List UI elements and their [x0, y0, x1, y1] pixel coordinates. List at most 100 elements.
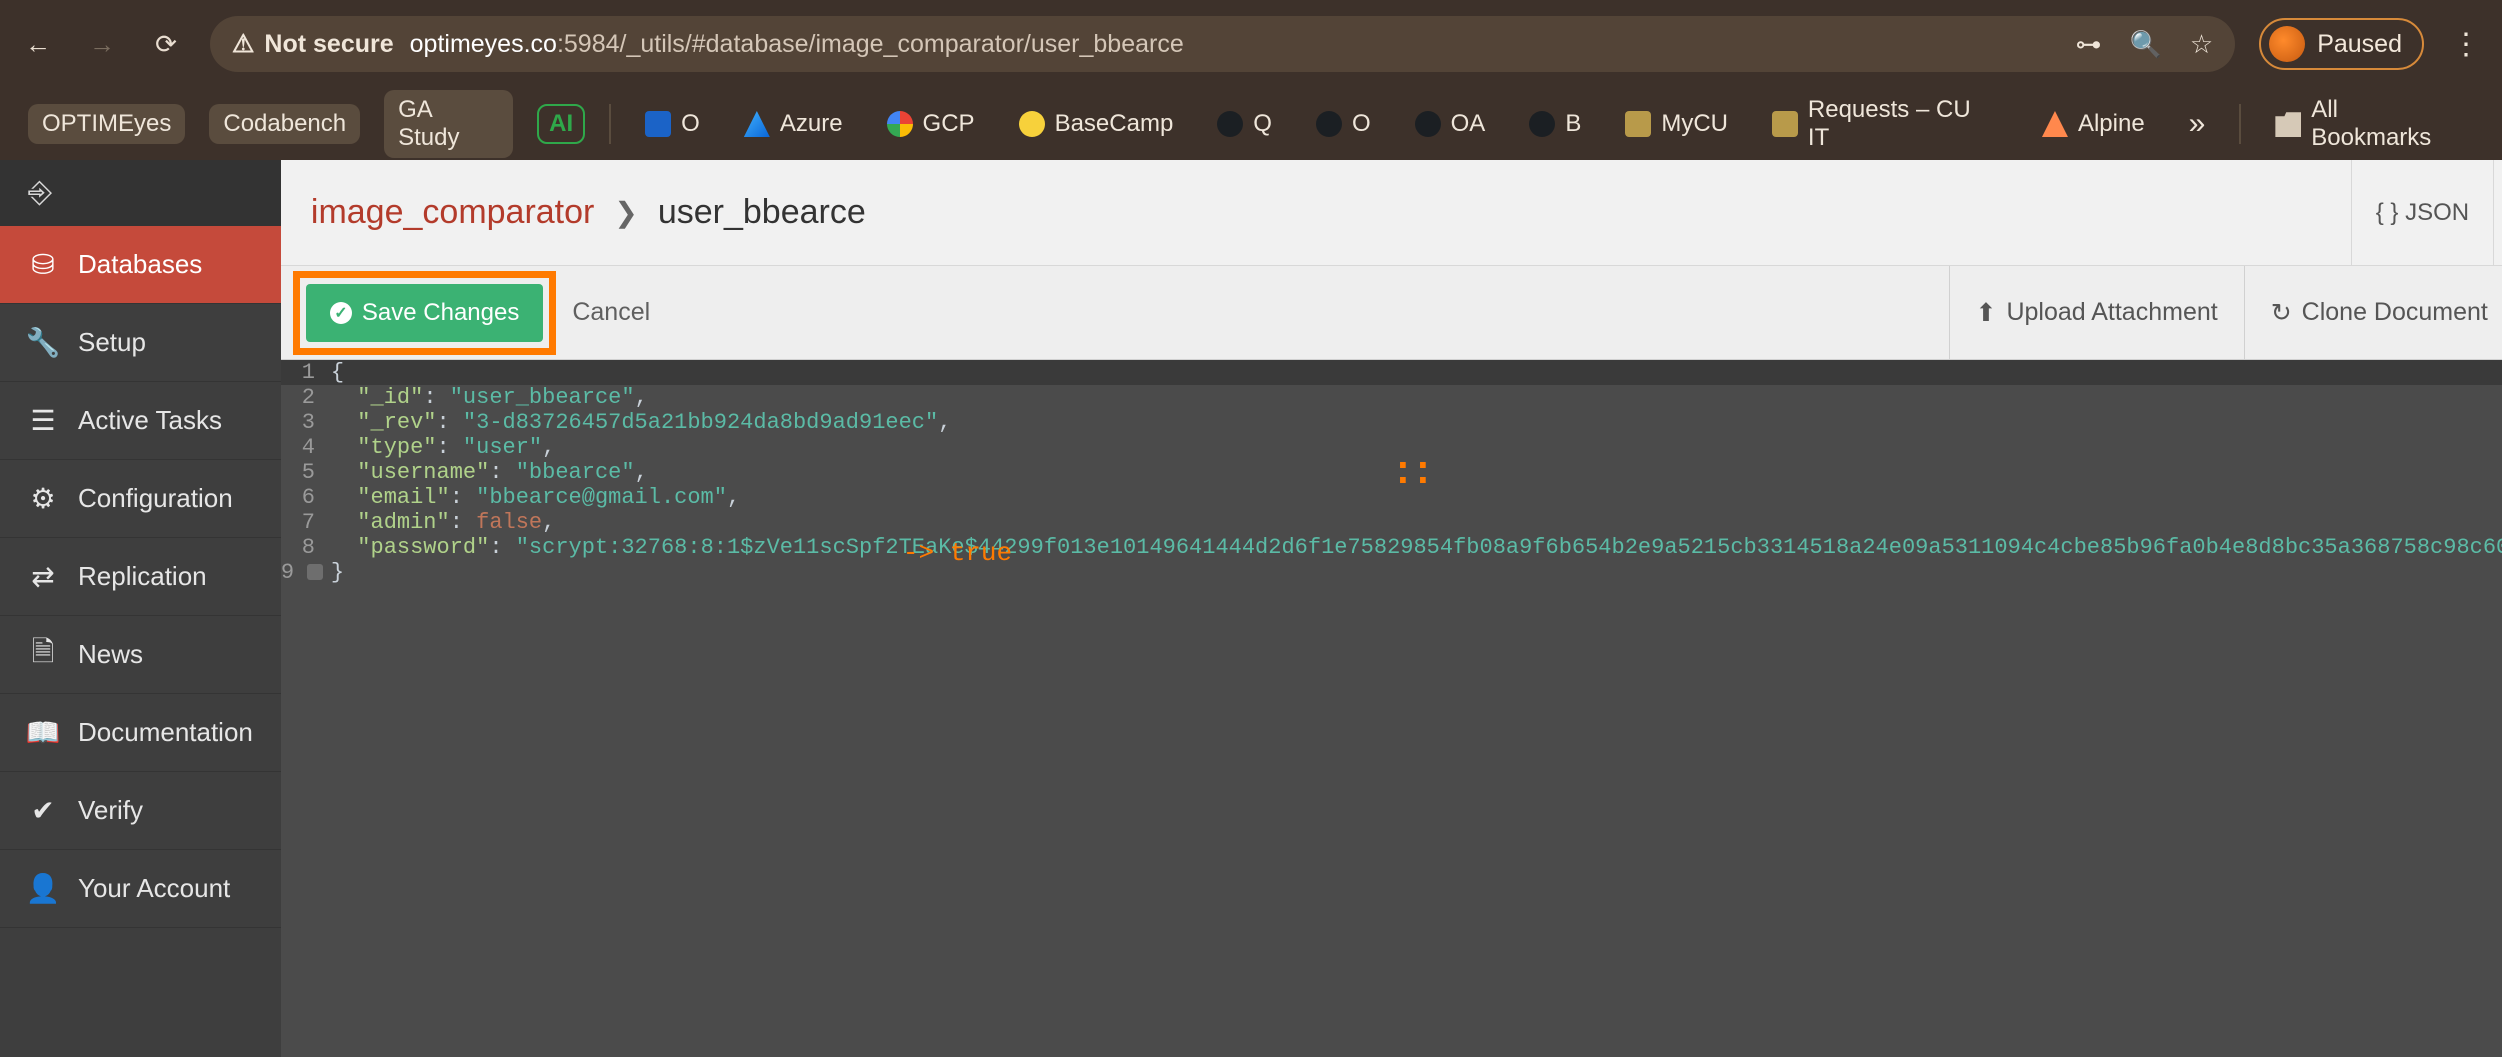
bookmark-mycu[interactable]: MyCU [1615, 104, 1738, 144]
clone-icon: ↻ [2271, 298, 2292, 328]
breadcrumb-bar: image_comparator ❯ user_bbearce { } JSON… [281, 160, 2502, 266]
json-view-button[interactable]: { } JSON [2351, 160, 2493, 266]
warning-icon: ⚠ [232, 29, 254, 59]
bookmark-requests[interactable]: Requests – CU IT [1762, 90, 2008, 158]
not-secure-label: Not secure [264, 30, 393, 59]
bookmark-gcp[interactable]: GCP [877, 104, 985, 144]
sidebar-item-databases[interactable]: ⛁ Databases [0, 226, 281, 304]
key-icon[interactable]: ⊶ [2076, 29, 2102, 60]
browser-menu[interactable]: ⋮ [2448, 27, 2484, 62]
cu-icon [1625, 111, 1651, 137]
code-line[interactable]: 2 "_id": "user_bbearce", [281, 385, 2502, 410]
sidebar: ⎆ ⛁ Databases 🔧Setup ☰ Active Tasks ⚙Configur… [0, 160, 281, 1057]
sidebar-icon: 📖 [28, 716, 58, 749]
save-label: Save Changes [362, 299, 519, 327]
nav-forward[interactable]: → [82, 24, 122, 64]
line-number: 1 [281, 360, 327, 385]
chevron-right-icon: ❯ [614, 196, 637, 229]
bookmark-overflow[interactable]: » [2179, 101, 2216, 147]
sidebar-icon: ☰ [28, 404, 58, 437]
bookmark-gho[interactable]: O [1306, 104, 1381, 144]
breadcrumb-db[interactable]: image_comparator [311, 193, 594, 232]
bookmark-ghoa[interactable]: OA [1405, 104, 1496, 144]
clone-document-button[interactable]: ↻ Clone Document [2244, 266, 2502, 359]
sidebar-item-verify[interactable]: ✔Verify [0, 772, 281, 850]
code-line[interactable]: 4 "type": "user", [281, 435, 2502, 460]
sidebar-icon: ⛁ [28, 248, 58, 281]
sidebar-item-configuration[interactable]: ⚙Configuration [0, 460, 281, 538]
sidebar-icon: ✔ [28, 794, 58, 827]
bookmark-azure[interactable]: Azure [734, 104, 853, 144]
sidebar-item-label: Databases [78, 249, 202, 280]
line-content: "admin": false, [327, 510, 555, 535]
code-line[interactable]: 9 } [281, 560, 2502, 585]
cancel-button[interactable]: Cancel [556, 298, 666, 327]
sidebar-icon: ⇄ [28, 560, 58, 593]
all-bookmarks[interactable]: All Bookmarks [2265, 90, 2474, 158]
check-icon: ✓ [330, 302, 352, 324]
sidebar-item-documentation[interactable]: 📖Documentation [0, 694, 281, 772]
sidebar-item-setup[interactable]: 🔧Setup [0, 304, 281, 382]
zoom-icon[interactable]: 🔍 [2130, 29, 2162, 60]
api-button[interactable]: 📖 [2493, 160, 2502, 266]
json-editor[interactable]: 1{2 "_id": "user_bbearce",3 "_rev": "3-d… [281, 360, 2502, 1057]
paused-label: Paused [2317, 30, 2402, 59]
bookmark-o-outlook[interactable]: O [635, 104, 710, 144]
bookmark-ghb[interactable]: B [1519, 104, 1591, 144]
bookmark-ga-study[interactable]: GA Study [384, 90, 513, 158]
code-line[interactable]: 1{ [281, 360, 2502, 385]
address-bar[interactable]: ⚠ Not secure optimeyes.co:5984/_utils/#d… [210, 16, 2235, 72]
line-content: "username": "bbearce", [327, 460, 648, 485]
bookmarks-bar: OPTIMEyes Codabench GA Study AI O Azure … [0, 88, 2502, 160]
line-content: "_rev": "3-d83726457d5a21bb924da8bd9ad91… [327, 410, 952, 435]
bookmark-codabench[interactable]: Codabench [209, 104, 360, 144]
sidebar-item-your-account[interactable]: 👤 Your Account [0, 850, 281, 928]
github-icon [1316, 111, 1342, 137]
save-button[interactable]: ✓ Save Changes [306, 284, 543, 342]
nav-reload[interactable]: ⟳ [146, 24, 186, 64]
folder-icon [2275, 111, 2301, 137]
line-content: "type": "user", [327, 435, 555, 460]
sidebar-item-label: Your Account [78, 873, 230, 904]
line-number: 3 [281, 410, 327, 435]
bookmark-alpine[interactable]: Alpine [2032, 104, 2155, 144]
sidebar-item-label: Active Tasks [78, 405, 222, 436]
basecamp-icon [1019, 111, 1045, 137]
alpine-icon [2042, 111, 2068, 137]
browser-chrome: ← → ⟳ ⚠ Not secure optimeyes.co:5984/_ut… [0, 0, 2502, 160]
code-line[interactable]: 5 "username": "bbearce", [281, 460, 2502, 485]
sidebar-item-label: Setup [78, 327, 146, 358]
sidebar-item-replication[interactable]: ⇄Replication [0, 538, 281, 616]
not-secure-badge: ⚠ Not secure [232, 29, 394, 59]
sidebar-item-active-tasks[interactable]: ☰ Active Tasks [0, 382, 281, 460]
save-highlight-annotation: ✓ Save Changes [293, 271, 556, 355]
outlook-icon [645, 111, 671, 137]
sidebar-icon: 👤 [28, 872, 58, 905]
url-rest: :5984/_utils/#database/image_comparator/… [557, 30, 1184, 58]
url-host: optimeyes.co [410, 30, 557, 58]
sidebar-item-news[interactable]: 🗎News [0, 616, 281, 694]
sidebar-icon: 🗎 [28, 631, 58, 679]
bookmark-ghq[interactable]: Q [1207, 104, 1282, 144]
bookmark-ai[interactable]: AI [537, 104, 585, 144]
line-number: 6 [281, 485, 327, 510]
code-line[interactable]: 6 "email": "bbearce@gmail.com", [281, 485, 2502, 510]
line-number: 4 [281, 435, 327, 460]
logout-button[interactable]: ⎆ [0, 160, 281, 226]
bookmark-basecamp[interactable]: BaseCamp [1009, 104, 1184, 144]
bookmark-optimeyes[interactable]: OPTIMEyes [28, 104, 185, 144]
line-number: 2 [281, 385, 327, 410]
avatar-icon [2269, 26, 2305, 62]
bookmark-separator [609, 104, 611, 144]
line-content: "password": "scrypt:32768:8:1$zVe11scSpf… [327, 535, 2502, 560]
star-icon[interactable]: ☆ [2190, 29, 2213, 60]
code-line[interactable]: 8 "password": "scrypt:32768:8:1$zVe11scS… [281, 535, 2502, 560]
github-icon [1415, 111, 1441, 137]
nav-back[interactable]: ← [18, 24, 58, 64]
code-line[interactable]: 7 "admin": false, [281, 510, 2502, 535]
profile-pill[interactable]: Paused [2259, 18, 2424, 70]
code-line[interactable]: 3 "_rev": "3-d83726457d5a21bb924da8bd9ad… [281, 410, 2502, 435]
azure-icon [744, 111, 770, 137]
upload-attachment-button[interactable]: ⬆ Upload Attachment [1949, 266, 2244, 359]
url-text: optimeyes.co:5984/_utils/#database/image… [410, 30, 1184, 59]
